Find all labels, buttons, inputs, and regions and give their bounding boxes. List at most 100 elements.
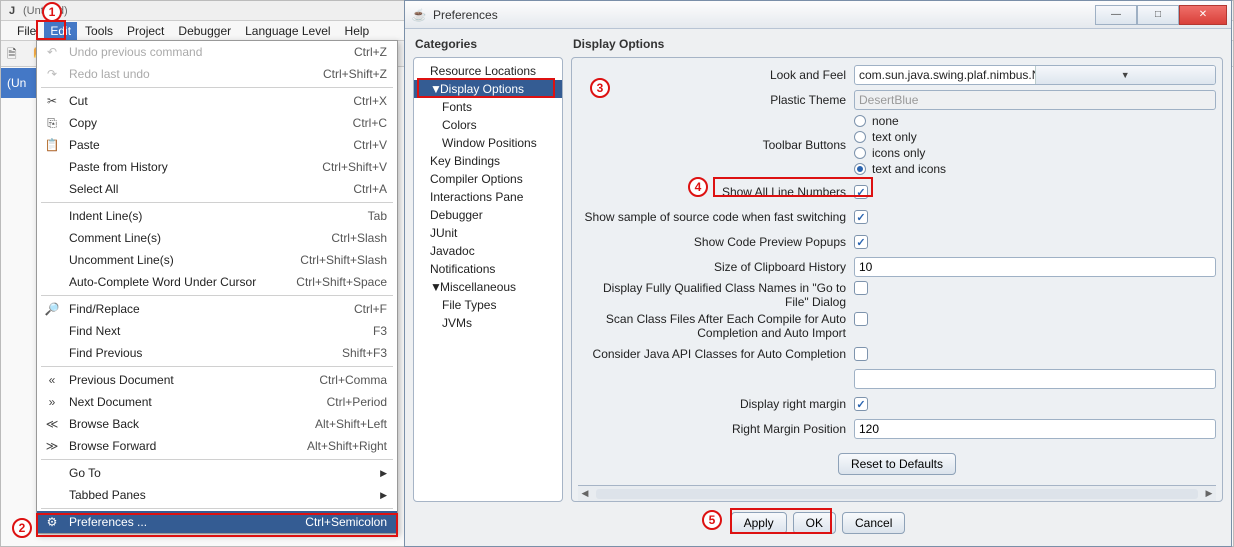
edit-find-next[interactable]: Find NextF3 (37, 320, 397, 342)
row-right-margin: Display right margin (578, 393, 1216, 415)
tree-interactions-pane[interactable]: Interactions Pane (414, 188, 562, 206)
editor-tab[interactable]: (Un (1, 68, 37, 98)
edit-prev-doc[interactable]: «Previous DocumentCtrl+Comma (37, 369, 397, 391)
binoculars-icon: 🔎 (43, 301, 61, 317)
edit-undo[interactable]: ↶Undo previous commandCtrl+Z (37, 41, 397, 63)
checkbox-consider-java-api[interactable] (854, 347, 868, 361)
menu-language-level[interactable]: Language Level (239, 22, 336, 40)
menu-separator (41, 459, 393, 460)
categories-column: Categories Resource Locations ▼Display O… (413, 35, 563, 502)
edit-find-prev[interactable]: Find PreviousShift+F3 (37, 342, 397, 364)
new-file-icon[interactable]: 🗎 (7, 45, 25, 63)
label-preview-popups: Show Code Preview Popups (578, 235, 854, 249)
checkbox-fqn-gotofile[interactable] (854, 281, 868, 295)
menu-project[interactable]: Project (121, 22, 170, 40)
edit-indent[interactable]: Indent Line(s)Tab (37, 205, 397, 227)
scroll-right-icon[interactable]: ▶ (1202, 487, 1216, 501)
ok-button[interactable]: OK (793, 512, 836, 534)
tree-jvms[interactable]: JVMs (414, 314, 562, 332)
tree-key-bindings[interactable]: Key Bindings (414, 152, 562, 170)
radio-text-only[interactable]: text only (854, 130, 946, 144)
tree-colors[interactable]: Colors (414, 116, 562, 134)
edit-comment[interactable]: Comment Line(s)Ctrl+Slash (37, 227, 397, 249)
tree-window-positions[interactable]: Window Positions (414, 134, 562, 152)
checkbox-show-line-numbers[interactable] (854, 185, 868, 199)
label-right-margin-pos: Right Margin Position (578, 422, 854, 436)
row-toolbar-buttons: Toolbar Buttons none text only icons onl… (578, 114, 1216, 178)
menu-separator (41, 508, 393, 509)
callout-3: 3 (590, 78, 610, 98)
apply-button[interactable]: Apply (731, 512, 787, 534)
row-look-and-feel: Look and Feel com.sun.java.swing.plaf.ni… (578, 64, 1216, 86)
pref-button-row: Apply OK Cancel (405, 502, 1231, 546)
close-button[interactable]: ✕ (1179, 5, 1227, 25)
edit-menu-dropdown: ↶Undo previous commandCtrl+Z ↷Redo last … (36, 40, 398, 534)
edit-redo[interactable]: ↷Redo last undoCtrl+Shift+Z (37, 63, 397, 85)
minimize-button[interactable]: — (1095, 5, 1137, 25)
menu-separator (41, 295, 393, 296)
menu-file[interactable]: File (11, 22, 42, 40)
edit-preferences[interactable]: ⚙Preferences ...Ctrl+Semicolon (37, 511, 397, 533)
tree-compiler-options[interactable]: Compiler Options (414, 170, 562, 188)
radio-icons-only[interactable]: icons only (854, 146, 946, 160)
maximize-button[interactable]: □ (1137, 5, 1179, 25)
cancel-button[interactable]: Cancel (842, 512, 905, 534)
tree-miscellaneous[interactable]: ▼Miscellaneous (414, 278, 562, 296)
categories-tree[interactable]: Resource Locations ▼Display Options Font… (413, 57, 563, 502)
edit-paste[interactable]: 📋PasteCtrl+V (37, 134, 397, 156)
checkbox-scan-after-compile[interactable] (854, 312, 868, 326)
edit-paste-history[interactable]: Paste from HistoryCtrl+Shift+V (37, 156, 397, 178)
edit-autocomplete[interactable]: Auto-Complete Word Under CursorCtrl+Shif… (37, 271, 397, 293)
scroll-left-icon[interactable]: ◀ (578, 487, 592, 501)
chevrons-up-icon: « (43, 372, 61, 388)
row-scan-after-compile: Scan Class Files After Each Compile for … (578, 312, 1216, 340)
edit-go-to[interactable]: Go To▶ (37, 462, 397, 484)
input-extra-packages[interactable] (854, 369, 1216, 389)
edit-tabbed-panes[interactable]: Tabbed Panes▶ (37, 484, 397, 506)
edit-select-all[interactable]: Select AllCtrl+A (37, 178, 397, 200)
options-horizontal-scrollbar[interactable]: ◀ ▶ (578, 485, 1216, 501)
edit-browse-forward[interactable]: ≫Browse ForwardAlt+Shift+Right (37, 435, 397, 457)
radio-text-and-icons[interactable]: text and icons (854, 162, 946, 176)
preferences-dialog: ☕ Preferences — □ ✕ Categories Resource … (404, 0, 1232, 547)
edit-browse-back[interactable]: ≪Browse BackAlt+Shift+Left (37, 413, 397, 435)
pref-titlebar: ☕ Preferences — □ ✕ (405, 1, 1231, 29)
chevrons-down-icon: » (43, 394, 61, 410)
menu-tools[interactable]: Tools (79, 22, 119, 40)
redo-icon: ↷ (43, 66, 61, 82)
input-right-margin-pos[interactable] (854, 419, 1216, 439)
chevrons-right-icon: ≫ (43, 438, 61, 454)
menu-debugger[interactable]: Debugger (172, 22, 237, 40)
edit-uncomment[interactable]: Uncomment Line(s)Ctrl+Shift+Slash (37, 249, 397, 271)
checkbox-fast-switch[interactable] (854, 210, 868, 224)
combo-look-and-feel[interactable]: com.sun.java.swing.plaf.nimbus.NimbusLoo… (854, 65, 1216, 85)
tree-fonts[interactable]: Fonts (414, 98, 562, 116)
edit-copy[interactable]: ⎘CopyCtrl+C (37, 112, 397, 134)
scrollbar-track[interactable] (596, 489, 1198, 499)
tree-resource-locations[interactable]: Resource Locations (414, 62, 562, 80)
categories-header: Categories (413, 35, 563, 57)
input-clipboard-history[interactable] (854, 257, 1216, 277)
radio-none[interactable]: none (854, 114, 946, 128)
menu-separator (41, 366, 393, 367)
chevron-down-icon: ▼ (1035, 66, 1216, 84)
menu-help[interactable]: Help (339, 22, 376, 40)
label-right-margin: Display right margin (578, 397, 854, 411)
tree-notifications[interactable]: Notifications (414, 260, 562, 278)
tree-javadoc[interactable]: Javadoc (414, 242, 562, 260)
tree-debugger[interactable]: Debugger (414, 206, 562, 224)
expand-caret-icon: ▼ (430, 280, 440, 294)
checkbox-right-margin[interactable] (854, 397, 868, 411)
tree-junit[interactable]: JUnit (414, 224, 562, 242)
checkbox-preview-popups[interactable] (854, 235, 868, 249)
edit-next-doc[interactable]: »Next DocumentCtrl+Period (37, 391, 397, 413)
callout-1: 1 (42, 2, 62, 22)
edit-find-replace[interactable]: 🔎Find/ReplaceCtrl+F (37, 298, 397, 320)
reset-defaults-button[interactable]: Reset to Defaults (838, 453, 956, 475)
edit-cut[interactable]: ✂CutCtrl+X (37, 90, 397, 112)
menu-edit[interactable]: Edit (44, 22, 77, 40)
tree-display-options[interactable]: ▼Display Options (414, 80, 562, 98)
label-fast-switch: Show sample of source code when fast swi… (578, 210, 854, 224)
row-consider-java-api: Consider Java API Classes for Auto Compl… (578, 343, 1216, 365)
tree-file-types[interactable]: File Types (414, 296, 562, 314)
